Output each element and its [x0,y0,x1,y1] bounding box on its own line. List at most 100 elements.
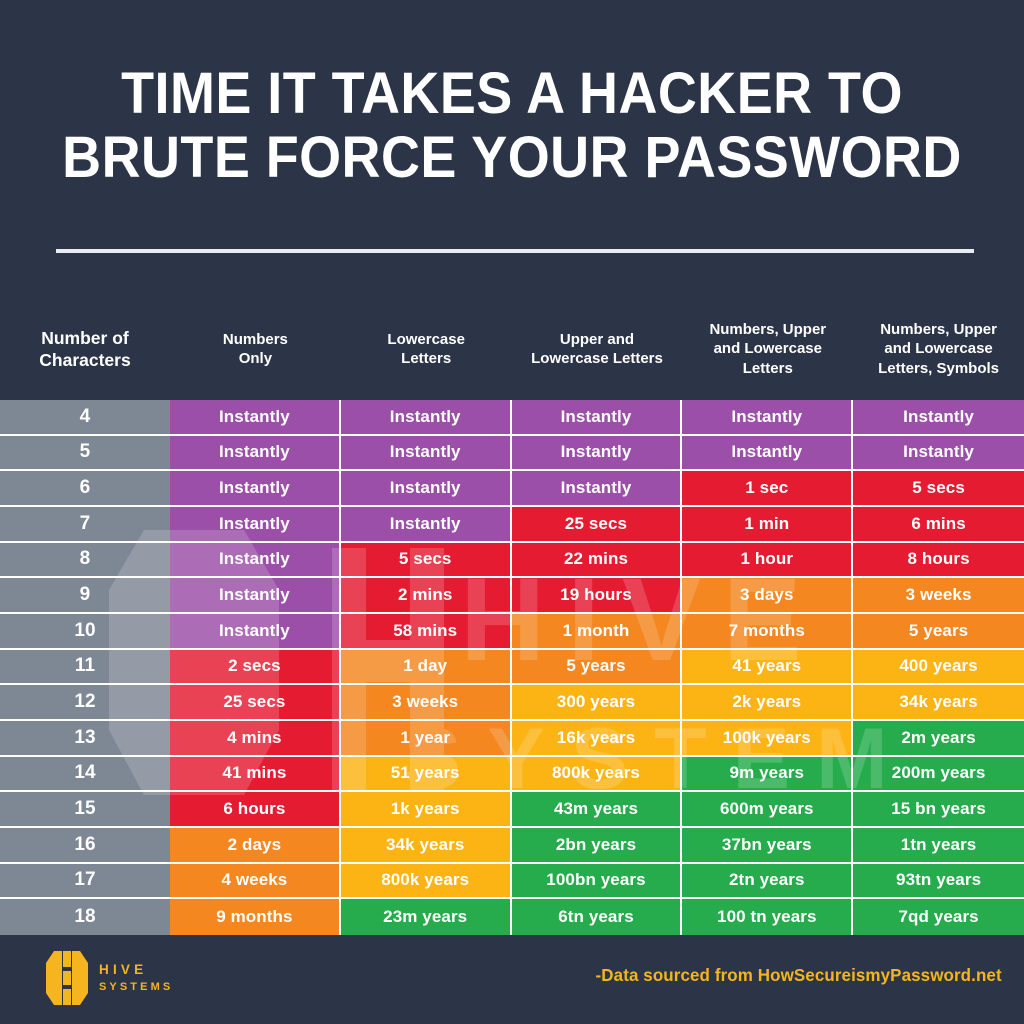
hive-systems-logo[interactable]: HIVE SYSTEMS [44,949,173,1007]
column-header-5: Numbers, Upper and Lowercase Letters, Symb… [853,300,1024,398]
cell-crack-time: Instantly [340,506,512,543]
infographic-root: TIME IT TAKES A HACKER TO BRUTE FORCE YO… [0,0,1024,1024]
footer: HIVE SYSTEMS -Data sourced from HowSecur… [0,935,1024,1024]
cell-crack-time: 7qd years [853,899,1024,935]
cell-crack-time: 2 secs [170,649,341,686]
cell-crack-time: 34k years [340,827,512,864]
cell-character-count: 17 [0,863,170,900]
cell-character-count: 7 [0,506,170,543]
table-row: 15 6 hours 1k years 43m years 600m years 15 b… [0,792,1024,828]
column-header-text: Numbers Only [222,330,288,367]
cell-crack-time: 5 years [853,613,1024,650]
cell-crack-time: 7 months [682,613,854,650]
cell-crack-time: 4 mins [170,720,341,757]
cell-crack-time: Instantly [340,435,512,472]
cell-crack-time: 6 mins [853,506,1024,543]
cell-crack-time: Instantly [170,506,341,543]
cell-crack-time: 22 mins [511,542,683,579]
table-row: 4 Instantly Instantly Instantly Instantly Ins… [0,400,1024,436]
cell-crack-time: 600m years [682,792,854,828]
cell-crack-time: 1 year [340,720,512,757]
table-row: 8 Instantly 5 secs 22 mins 1 hour 8 hours [0,542,1024,579]
cell-crack-time: 51 years [340,756,512,793]
cell-crack-time: 300 years [511,685,683,721]
cell-crack-time: Instantly [853,400,1024,436]
table-row: 6 Instantly Instantly Instantly 1 sec 5 secs [0,471,1024,507]
cell-crack-time: Instantly [511,435,683,472]
table-row: 9 Instantly 2 mins 19 hours 3 days 3 weeks [0,578,1024,614]
cell-crack-time: Instantly [170,400,341,436]
cell-crack-time: 8 hours [853,542,1024,579]
cell-crack-time: 25 secs [511,506,683,543]
cell-character-count: 8 [0,542,170,579]
cell-crack-time: 1 min [682,506,854,543]
title-line-2: BRUTE FORCE YOUR PASSWORD [62,125,962,190]
logo-subname: SYSTEMS [99,980,174,993]
cell-crack-time: Instantly [682,400,854,436]
cell-crack-time: 15 bn years [853,792,1024,828]
cell-crack-time: 2 days [170,827,341,864]
cell-crack-time: 1k years [340,792,512,828]
cell-crack-time: 19 hours [511,578,683,614]
cell-crack-time: 2 mins [340,578,512,614]
table-row: 14 41 mins 51 years 800k years 9m years 200m … [0,756,1024,793]
cell-crack-time: Instantly [340,471,512,507]
data-source-attribution: -Data sourced from HowSecureismyPassword… [595,965,1002,985]
cell-crack-time: 43m years [511,792,683,828]
cell-crack-time: Instantly [170,578,341,614]
table-header-row: Number of Characters Numbers Only Lowercase L… [0,300,1024,398]
logo-name: HIVE [99,961,148,977]
cell-crack-time: 5 years [511,649,683,686]
cell-crack-time: 93tn years [853,863,1024,900]
cell-crack-time: 41 years [682,649,854,686]
cell-crack-time: 1 hour [682,542,854,579]
cell-crack-time: Instantly [853,435,1024,472]
cell-crack-time: 6 hours [170,792,341,828]
cell-crack-time: 1tn years [853,827,1024,864]
cell-crack-time: 5 secs [853,471,1024,507]
cell-character-count: 4 [0,400,170,436]
cell-crack-time: 800k years [340,863,512,900]
cell-crack-time: 6tn years [511,899,683,935]
page-title: TIME IT TAKES A HACKER TO BRUTE FORCE YO… [0,62,1024,190]
cell-crack-time: 100k years [682,720,854,757]
table-row: 16 2 days 34k years 2bn years 37bn years 1tn … [0,827,1024,864]
cell-crack-time: Instantly [511,400,683,436]
cell-crack-time: 100bn years [511,863,683,900]
column-header-1: Numbers Only [170,300,341,398]
cell-crack-time: Instantly [170,471,341,507]
cell-crack-time: 2bn years [511,827,683,864]
cell-crack-time: 23m years [340,899,512,935]
cell-crack-time: 2tn years [682,863,854,900]
table-body: 4 Instantly Instantly Instantly Instantly Ins… [0,400,1024,935]
cell-crack-time: 2m years [853,720,1024,757]
table-row: 17 4 weeks 800k years 100bn years 2tn years 9… [0,863,1024,900]
cell-crack-time: 1 month [511,613,683,650]
cell-crack-time: 58 mins [340,613,512,650]
cell-crack-time: 4 weeks [170,863,341,900]
cell-crack-time: 9 months [170,899,341,935]
column-header-text: Number of Characters [39,327,131,370]
cell-character-count: 12 [0,685,170,721]
cell-crack-time: 1 day [340,649,512,686]
cell-crack-time: 41 mins [170,756,341,793]
cell-crack-time: 100 tn years [682,899,854,935]
column-header-2: Lowercase Letters [341,300,512,398]
table-row: 10 Instantly 58 mins 1 month 7 months 5 years [0,613,1024,650]
title-line-1: TIME IT TAKES A HACKER TO [121,61,903,126]
cell-crack-time: 3 weeks [340,685,512,721]
cell-character-count: 14 [0,756,170,793]
table-row: 7 Instantly Instantly 25 secs 1 min 6 mins [0,506,1024,543]
cell-crack-time: 5 secs [340,542,512,579]
cell-crack-time: 200m years [853,756,1024,793]
cell-character-count: 18 [0,899,170,935]
table-row: 18 9 months 23m years 6tn years 100 tn years… [0,899,1024,935]
table-row: 11 2 secs 1 day 5 years 41 years 400 years [0,649,1024,686]
cell-character-count: 16 [0,827,170,864]
cell-crack-time: 37bn years [682,827,854,864]
table-row: 12 25 secs 3 weeks 300 years 2k years 34k yea… [0,685,1024,721]
cell-crack-time: Instantly [511,471,683,507]
cell-character-count: 5 [0,435,170,472]
cell-crack-time: 34k years [853,685,1024,721]
cell-crack-time: 9m years [682,756,854,793]
